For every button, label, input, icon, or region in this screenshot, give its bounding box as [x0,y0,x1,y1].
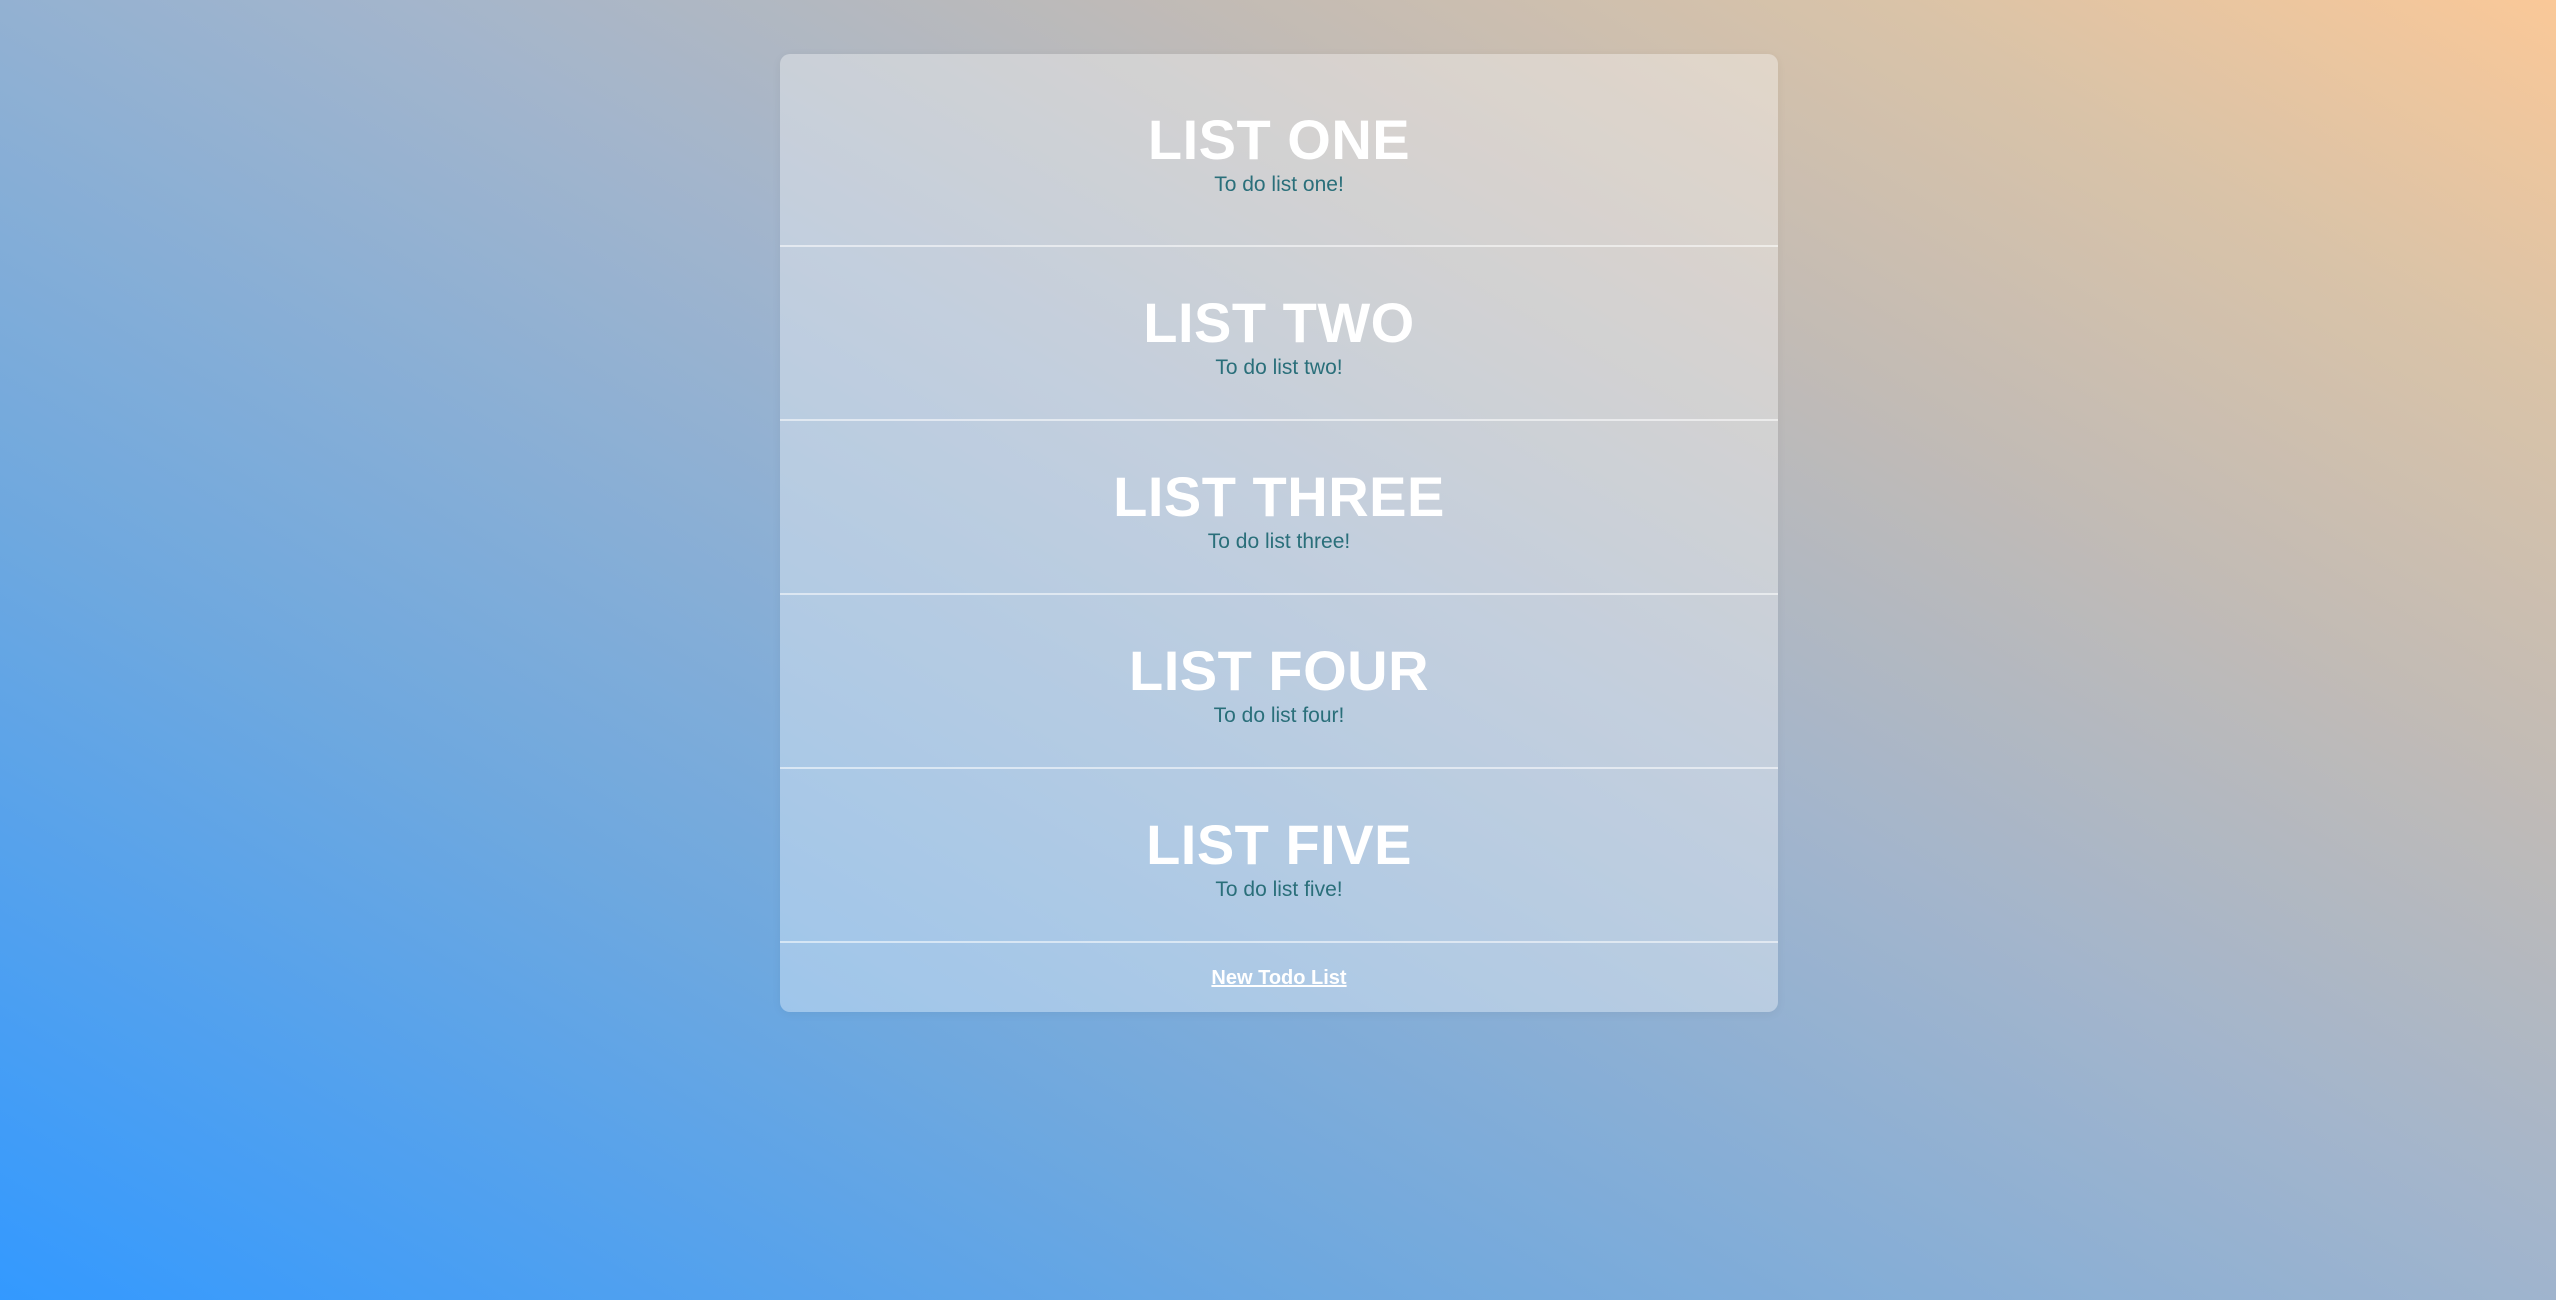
list-item-five[interactable]: LIST FIVE To do list five! [780,769,1778,943]
list-title: LIST FIVE [1146,813,1412,876]
list-item-two[interactable]: LIST TWO To do list two! [780,247,1778,421]
list-description: To do list four! [1213,704,1345,727]
list-description: To do list two! [1215,356,1343,379]
new-todo-list-link[interactable]: New Todo List [1211,967,1346,990]
list-title: LIST ONE [1147,107,1411,171]
list-item-one[interactable]: LIST ONE To do list one! [780,54,1778,247]
list-item-three[interactable]: LIST THREE To do list three! [780,421,1778,595]
list-title: LIST THREE [1113,465,1445,528]
panel-footer: New Todo List [780,943,1778,1012]
list-description: To do list one! [1214,172,1344,196]
todo-lists-panel: LIST ONE To do list one! LIST TWO To do … [780,54,1778,1012]
list-title: LIST FOUR [1128,639,1430,702]
list-item-four[interactable]: LIST FOUR To do list four! [780,595,1778,769]
list-description: To do list three! [1207,530,1351,553]
list-description: To do list five! [1215,878,1343,901]
list-title: LIST TWO [1143,291,1415,354]
